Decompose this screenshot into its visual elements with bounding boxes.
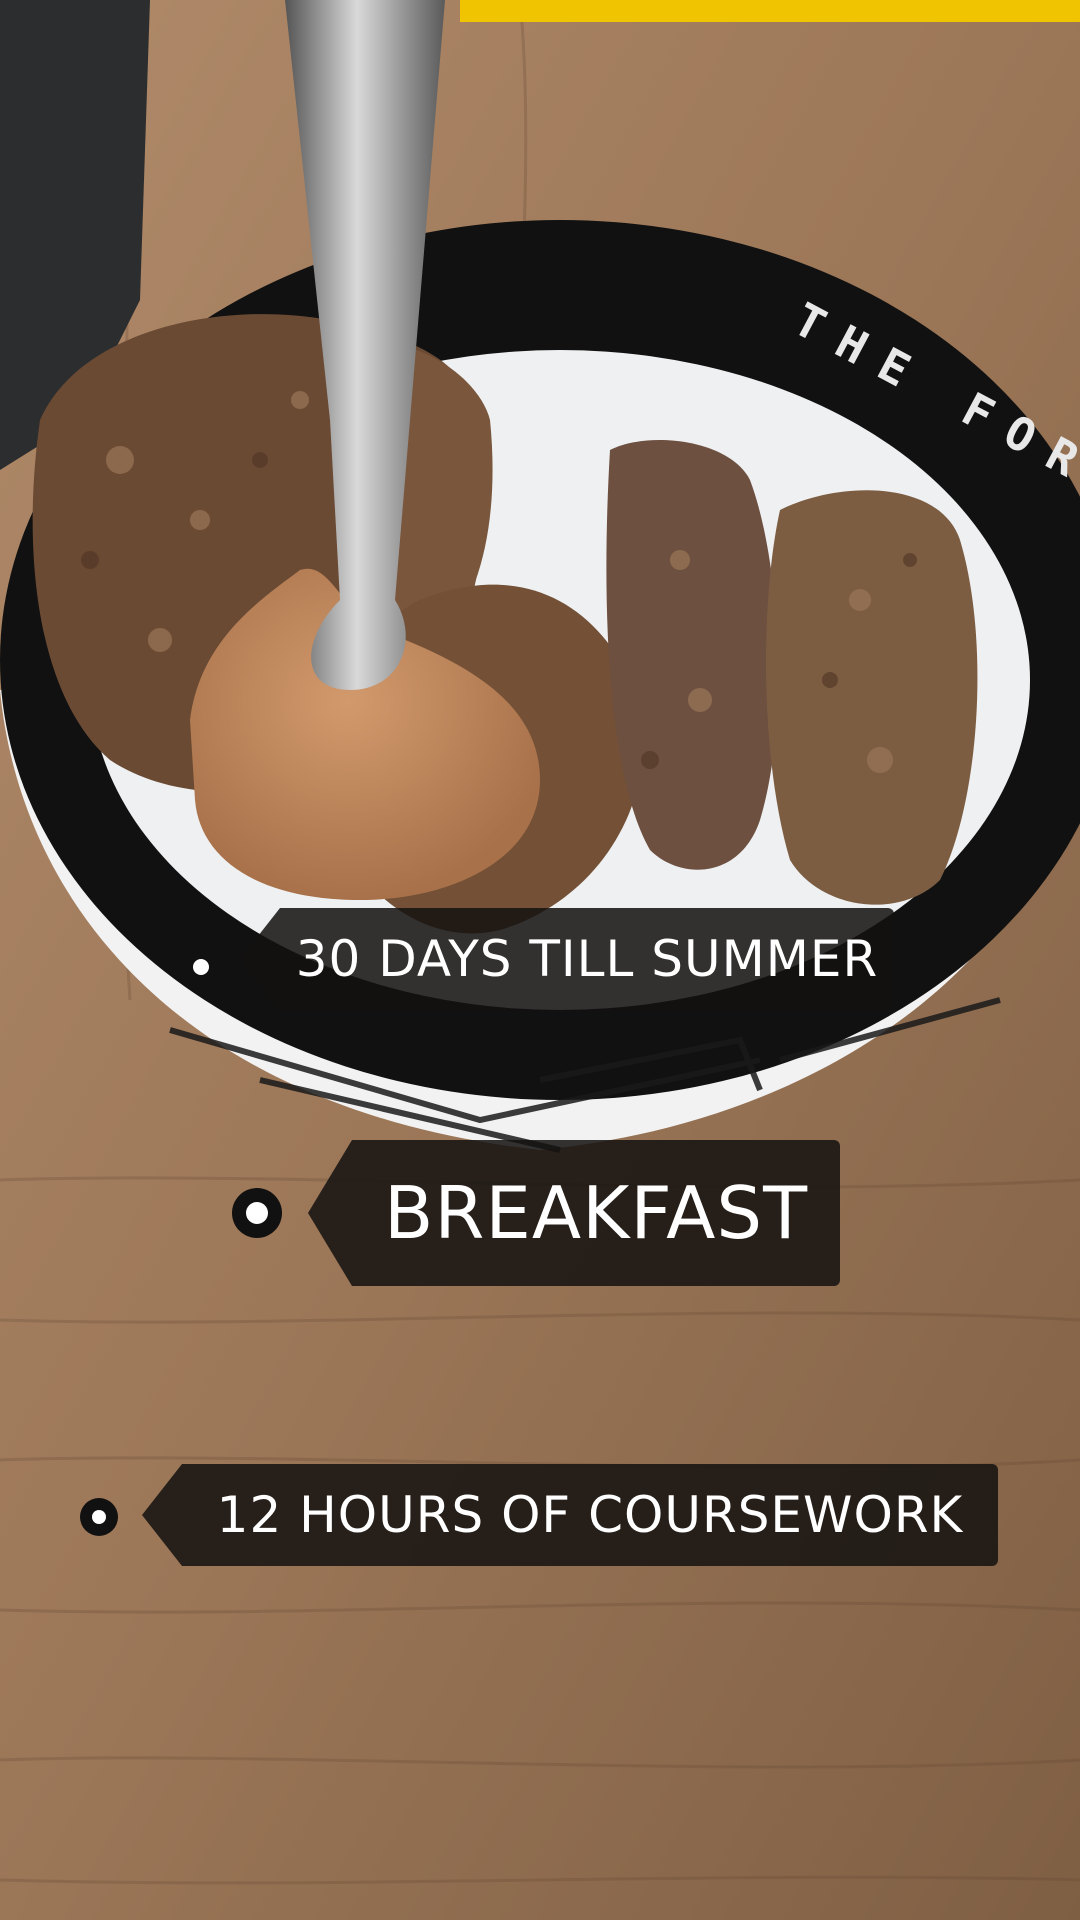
tag-pin-dot: [80, 1498, 118, 1536]
tag-label-coursework: 12 HOURS OF COURSEWORK: [142, 1464, 998, 1566]
story-scene: THE FORCE 30 DAYS TILL SUMMER BREAKFAST …: [0, 0, 1080, 1920]
tag-label-breakfast: BREAKFAST: [308, 1140, 840, 1286]
tag-pin-dot: [180, 946, 222, 988]
yellow-box: [460, 0, 1080, 22]
tag-pin-dot: [232, 1188, 282, 1238]
tag-label-summer: 30 DAYS TILL SUMMER: [240, 908, 894, 1010]
